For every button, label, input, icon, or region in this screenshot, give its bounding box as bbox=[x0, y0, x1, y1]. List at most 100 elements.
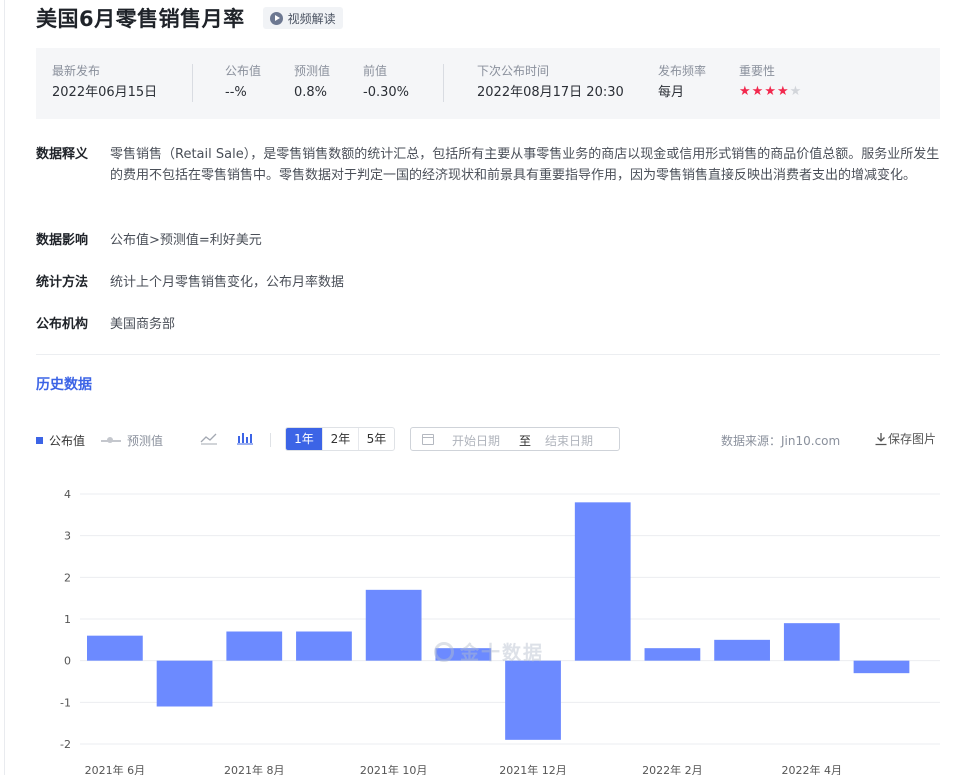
bar bbox=[644, 648, 701, 661]
x-tick-label: 2021年 10月 bbox=[360, 763, 428, 775]
legend-published-label: 公布值 bbox=[49, 434, 86, 448]
previous-value: -0.30% bbox=[363, 85, 409, 100]
time-range-selector: 1年 2年 5年 bbox=[285, 427, 395, 451]
legend-forecast[interactable]: 预测值 bbox=[101, 432, 163, 449]
bar bbox=[574, 502, 631, 661]
y-tick-label: 0 bbox=[64, 655, 71, 668]
y-tick-label: -1 bbox=[60, 696, 71, 709]
method-row: 统计方法 统计上个月零售销售变化，公布月率数据 bbox=[36, 272, 944, 293]
publisher-row: 公布机构 美国商务部 bbox=[36, 314, 944, 335]
release-info-panel: 最新发布 2022年06月15日 公布值 --% 预测值 0.8% 前值 -0.… bbox=[36, 48, 940, 119]
bar bbox=[365, 589, 422, 661]
y-tick-label: 3 bbox=[64, 530, 71, 543]
definition-key: 数据释义 bbox=[36, 147, 89, 162]
y-tick-label: 2 bbox=[64, 571, 71, 584]
bar-chart-icon[interactable] bbox=[236, 431, 254, 448]
watermark-logo-icon bbox=[434, 641, 454, 662]
x-tick-label: 2022年 2月 bbox=[642, 763, 703, 775]
chart-toolbar: 公布值 预测值 1年 2年 5年 开始日期 至 结束日期 数据来源：Jin10.… bbox=[36, 427, 940, 451]
x-tick-label: 2022年 4月 bbox=[782, 763, 843, 775]
line-chart-icon[interactable] bbox=[200, 431, 218, 448]
publisher-value: 美国商务部 bbox=[110, 317, 176, 332]
bar bbox=[714, 639, 770, 661]
x-tick-label: 2021年 12月 bbox=[499, 763, 567, 775]
definition-row: 数据释义 零售销售（Retail Sale），是零售销售数额的统计汇总，包括所有… bbox=[36, 144, 944, 186]
end-date-input[interactable]: 结束日期 bbox=[545, 432, 593, 449]
video-interpretation-button[interactable]: 视频解读 bbox=[262, 7, 343, 29]
divider bbox=[192, 64, 193, 102]
definition-value: 零售销售（Retail Sale），是零售销售数额的统计汇总，包括所有主要从事零… bbox=[110, 147, 940, 183]
legend-forecast-label: 预测值 bbox=[127, 434, 164, 448]
star-filled-icon: ★ bbox=[764, 84, 776, 99]
star-filled-icon: ★ bbox=[739, 84, 751, 99]
calendar-icon bbox=[422, 434, 434, 445]
bar bbox=[87, 635, 143, 661]
forecast: 预测值 0.8% bbox=[294, 63, 330, 102]
star-empty-icon: ★ bbox=[789, 84, 802, 99]
watermark: 金十数据 bbox=[434, 638, 544, 665]
x-tick-label: 2021年 6月 bbox=[85, 763, 146, 775]
frequency: 发布频率 每月 bbox=[658, 63, 706, 102]
actual-label: 公布值 bbox=[225, 64, 262, 78]
bar bbox=[156, 660, 213, 707]
importance: 重要性 ★ ★ ★ ★ ★ bbox=[739, 63, 802, 98]
legend-square-icon bbox=[36, 437, 43, 444]
next-release-value: 2022年08月17日 20:30 bbox=[477, 85, 624, 100]
star-filled-icon: ★ bbox=[776, 84, 789, 99]
star-filled-icon: ★ bbox=[751, 84, 764, 99]
play-icon bbox=[269, 11, 283, 25]
latest-release-value: 2022年06月15日 bbox=[52, 85, 158, 100]
divider bbox=[443, 64, 444, 102]
range-2y-button[interactable]: 2年 bbox=[322, 428, 358, 450]
bar bbox=[505, 660, 561, 740]
bar bbox=[296, 631, 352, 661]
legend-line-icon bbox=[101, 436, 121, 443]
save-image-button[interactable]: 保存图片 bbox=[874, 430, 936, 447]
download-icon bbox=[875, 432, 887, 445]
frequency-value: 每月 bbox=[658, 85, 685, 100]
x-tick-label: 2021年 8月 bbox=[224, 763, 285, 775]
previous-label: 前值 bbox=[363, 64, 388, 78]
importance-label: 重要性 bbox=[739, 64, 776, 78]
page-title: 美国6月零售销售月率 bbox=[36, 7, 245, 31]
next-release-label: 下次公布时间 bbox=[477, 64, 550, 78]
save-image-label: 保存图片 bbox=[888, 432, 937, 446]
importance-stars: ★ ★ ★ ★ ★ bbox=[739, 85, 802, 98]
history-data-link[interactable]: 历史数据 bbox=[36, 374, 92, 394]
method-key: 统计方法 bbox=[36, 275, 89, 290]
left-border bbox=[4, 0, 5, 775]
data-source: 数据来源：Jin10.com bbox=[721, 434, 841, 448]
y-tick-label: 4 bbox=[64, 488, 71, 501]
impact-row: 数据影响 公布值>预测值=利好美元 bbox=[36, 230, 944, 251]
y-tick-label: -2 bbox=[60, 738, 71, 751]
range-5y-button[interactable]: 5年 bbox=[358, 428, 394, 450]
method-value: 统计上个月零售销售变化，公布月率数据 bbox=[110, 275, 345, 290]
previous: 前值 -0.30% bbox=[363, 63, 409, 102]
latest-release: 最新发布 2022年06月15日 bbox=[52, 63, 157, 102]
impact-key: 数据影响 bbox=[36, 233, 89, 248]
date-range-separator: 至 bbox=[519, 434, 532, 448]
date-range-picker[interactable]: 开始日期 至 结束日期 bbox=[410, 427, 620, 451]
latest-release-label: 最新发布 bbox=[52, 64, 101, 78]
divider bbox=[270, 433, 271, 447]
bar bbox=[783, 623, 840, 661]
divider bbox=[36, 354, 940, 355]
legend-published[interactable]: 公布值 bbox=[36, 432, 85, 449]
bar-chart: 4 3 2 1 0 -1 -2 2021年 6月 2021年 8月 2021年 10月 2021年 … bbox=[60, 488, 940, 775]
watermark-text: 金十数据 bbox=[460, 642, 545, 664]
next-release: 下次公布时间 2022年08月17日 20:30 bbox=[477, 63, 624, 102]
actual-value: --% bbox=[225, 85, 247, 100]
forecast-label: 预测值 bbox=[294, 64, 331, 78]
bar bbox=[226, 631, 283, 661]
forecast-value: 0.8% bbox=[294, 85, 328, 100]
video-button-label: 视频解读 bbox=[287, 11, 336, 26]
bar bbox=[853, 660, 910, 674]
y-tick-label: 1 bbox=[64, 613, 71, 626]
impact-value: 公布值>预测值=利好美元 bbox=[110, 233, 262, 248]
range-1y-button[interactable]: 1年 bbox=[286, 428, 322, 450]
actual: 公布值 --% bbox=[225, 63, 261, 102]
title-row: 美国6月零售销售月率 视频解读 bbox=[36, 4, 343, 32]
publisher-key: 公布机构 bbox=[36, 317, 89, 332]
start-date-input[interactable]: 开始日期 bbox=[452, 432, 500, 449]
frequency-label: 发布频率 bbox=[658, 64, 707, 78]
